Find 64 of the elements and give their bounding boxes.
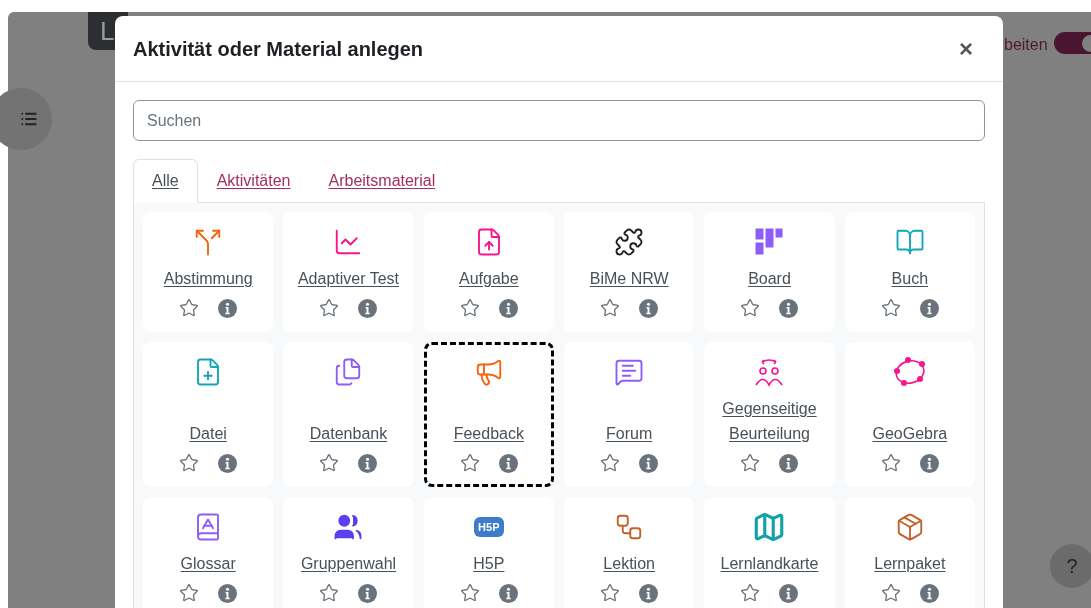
star-button[interactable] [740,583,761,603]
info-button[interactable] [919,298,939,318]
info-button[interactable] [358,298,378,318]
info-button[interactable] [639,298,659,318]
activity-link[interactable]: Gegenseitige Beurteilung [707,396,832,446]
activity-link[interactable]: Lernpaket [870,551,950,576]
activity-link[interactable]: Lernlandkarte [716,551,823,576]
info-button[interactable] [779,583,799,603]
edit-mode-switch[interactable] [1054,32,1091,54]
activity-link[interactable]: Glossar [176,551,240,576]
star-button[interactable] [740,298,761,318]
star-button[interactable] [319,583,340,603]
info-button[interactable] [498,298,518,318]
star-button[interactable] [600,453,621,473]
activity-link[interactable]: H5P [469,551,509,576]
star-button[interactable] [600,298,621,318]
list-icon [20,110,38,128]
info-button[interactable] [218,298,238,318]
activity-link[interactable]: Forum [602,421,657,446]
info-button[interactable] [358,583,378,603]
activity-link[interactable]: Board [744,266,795,291]
info-button[interactable] [498,583,518,603]
tab[interactable]: Arbeitsmaterial [309,159,455,203]
info-button[interactable] [779,453,799,473]
activity-link[interactable]: Adaptiver Test [293,266,404,291]
info-button[interactable] [218,583,238,603]
info-button[interactable] [779,298,799,318]
activity-link[interactable]: Datei [185,421,231,446]
search-field[interactable]: Suchen [133,100,985,141]
activity-link[interactable]: Aufgabe [455,266,523,291]
star-button[interactable] [179,298,200,318]
star-button[interactable] [319,453,340,473]
activity-link[interactable]: GeoGebra [868,421,952,446]
star-button[interactable] [319,298,340,318]
star-button[interactable] [179,453,200,473]
info-button[interactable] [218,453,238,473]
tab[interactable]: Alle [133,159,198,203]
activity-link[interactable]: Feedback [449,421,528,446]
star-button[interactable] [880,583,901,603]
edit-mode-label: beiten [1004,35,1048,55]
star-button[interactable] [459,453,480,473]
star-button[interactable] [459,298,480,318]
info-button[interactable] [358,453,378,473]
star-button[interactable] [880,453,901,473]
dialog-title: Aktivität oder Material anlegen [133,36,424,62]
activity-link[interactable]: Lektion [599,551,659,576]
info-button[interactable] [639,583,659,603]
info-button[interactable] [919,453,939,473]
activity-link[interactable]: Abstimmung [159,266,257,291]
activity-link[interactable]: Buch [887,266,933,291]
activity-link[interactable]: Gruppenwahl [296,551,401,576]
activity-link[interactable]: Datenbank [305,421,392,446]
info-button[interactable] [639,453,659,473]
star-button[interactable] [880,298,901,318]
star-button[interactable] [179,583,200,603]
info-button[interactable] [498,453,518,473]
star-button[interactable] [459,583,480,603]
tab[interactable]: Aktivitäten [197,159,310,203]
star-button[interactable] [740,453,761,473]
activity-link[interactable]: BiMe NRW [585,266,673,291]
logo-badge: H5P [474,517,504,537]
info-button[interactable] [919,583,939,603]
close-button[interactable]: × [953,36,979,61]
star-button[interactable] [600,583,621,603]
